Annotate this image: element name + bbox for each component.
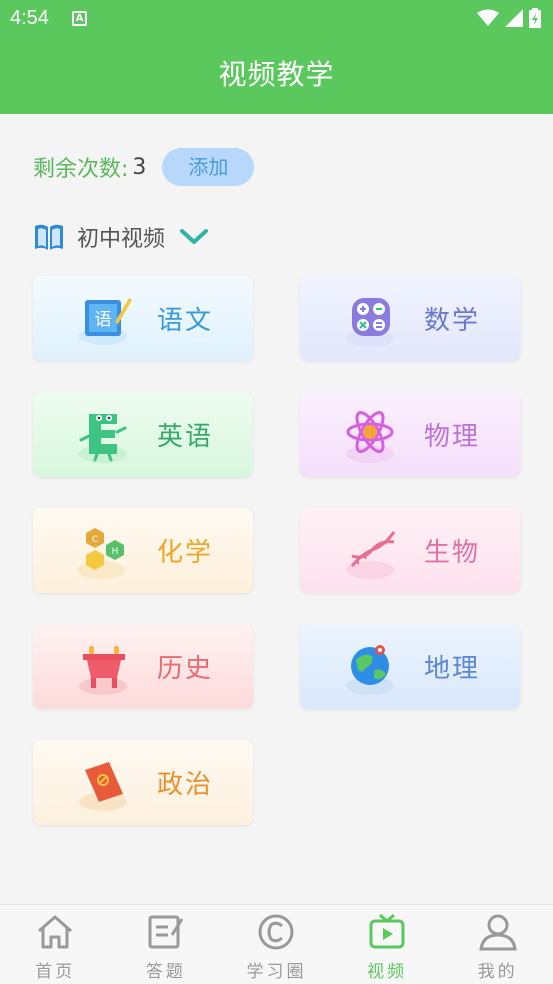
subject-label: 地理 [424,654,481,684]
globe-icon [346,645,394,695]
svg-text:语: 语 [95,310,112,330]
dna-icon [346,531,396,579]
subject-label: 英语 [157,422,214,452]
status-bar: 4:54 A [0,0,553,38]
remaining-count: 3 [132,154,147,180]
tab-label: 学习圈 [246,962,307,982]
tab-video[interactable]: 视频 [332,905,443,984]
tab-mine[interactable]: 我的 [442,905,553,984]
tab-answer[interactable]: 答题 [111,905,222,984]
party-book-icon [79,762,127,811]
edit-icon [148,915,184,949]
ancient-vessel-icon [79,646,127,695]
calculator-icon [346,298,394,347]
notification-a-icon: A [72,11,87,26]
tab-study-circle[interactable]: 学习圈 [221,905,332,984]
atom-icon [346,411,394,463]
subject-label: 物理 [424,422,481,452]
home-icon [38,915,73,949]
subject-card-physics[interactable]: 物理 [300,392,520,477]
app-bar: 视频教学 [0,38,553,114]
chinese-book-icon: 语 [79,298,132,345]
subject-card-geography[interactable]: 地理 [300,624,520,709]
status-icons [477,8,541,28]
page-title: 视频教学 [218,58,335,91]
subject-label: 语文 [157,306,214,336]
battery-icon [529,8,541,28]
molecule-icon: C H [77,528,125,579]
subject-card-history[interactable]: 历史 [33,624,253,709]
subject-card-chemistry[interactable]: C H 化学 [33,508,253,593]
subject-label: 数学 [424,306,481,336]
letter-e-icon [79,414,127,463]
tab-home[interactable]: 首页 [0,905,111,984]
subject-card-math[interactable]: 数学 [300,276,520,361]
subject-card-chinese[interactable]: 语 语文 [33,276,253,361]
subject-label: 历史 [157,654,214,684]
signal-icon [505,9,523,27]
tv-icon [369,913,405,949]
remaining-row: 剩余次数: 3 添加 [33,148,255,186]
tab-label: 首页 [35,962,76,982]
remaining-label: 剩余次数: [33,157,129,182]
svg-text:H: H [112,547,119,557]
subject-card-politics[interactable]: 政治 [33,740,253,825]
tab-label: 视频 [367,962,408,982]
add-button[interactable]: 添加 [162,148,255,186]
level-selector[interactable]: 初中视频 [33,218,209,256]
subject-label: 生物 [424,538,481,568]
person-icon [478,914,517,951]
bottom-tab-bar: 首页 答题 学习圈 视频 我的 [0,904,553,984]
subject-card-biology[interactable]: 生物 [300,508,520,593]
level-label: 初中视频 [77,227,166,252]
subject-card-english[interactable]: 英语 [33,392,253,477]
copyright-circle-icon [258,914,294,950]
open-book-icon [35,224,63,250]
subject-label: 政治 [157,770,214,800]
wifi-icon [477,9,499,26]
tab-label: 答题 [145,962,186,982]
status-time: 4:54 [10,7,49,29]
svg-text:C: C [92,535,98,545]
subject-label: 化学 [157,538,214,568]
tab-label: 我的 [477,962,518,982]
chevron-down-icon[interactable] [179,228,209,246]
